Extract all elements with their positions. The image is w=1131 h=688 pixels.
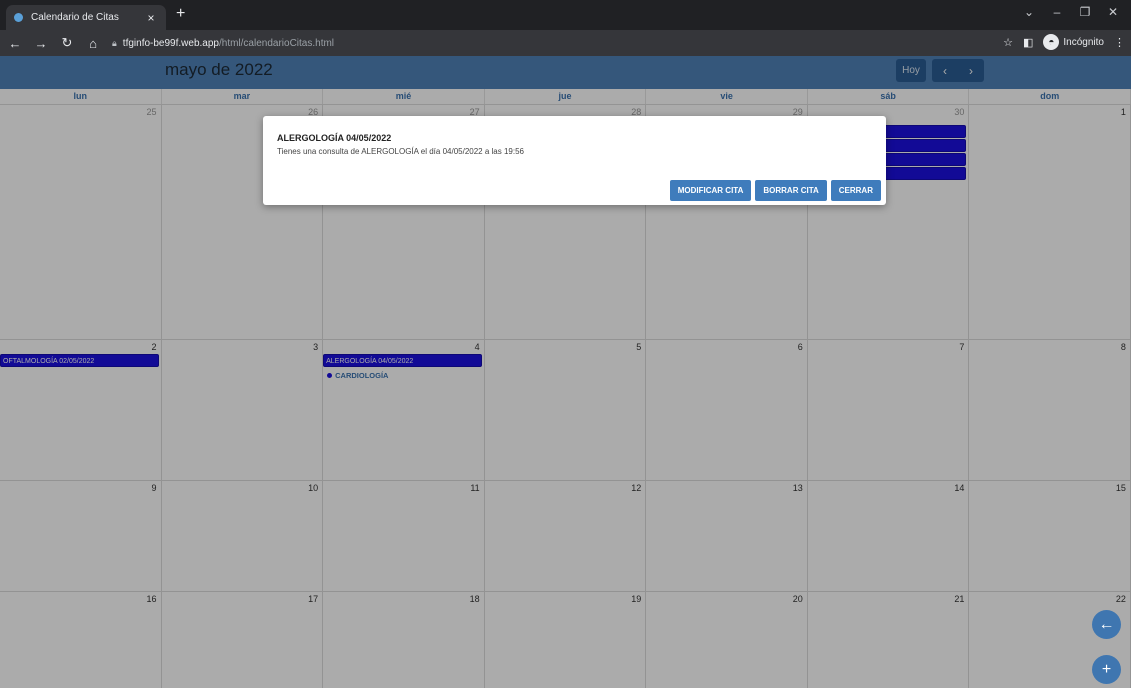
minimize-icon[interactable]: –: [1043, 5, 1071, 19]
home-icon[interactable]: ⌂: [82, 36, 104, 51]
url-field[interactable]: 🔒︎ tfginfo-be99f.web.app /html/calendari…: [112, 38, 334, 49]
window-menu-icon[interactable]: ⌄: [1015, 5, 1043, 19]
back-fab[interactable]: ←: [1092, 610, 1121, 639]
window-controls: ⌄ – ❐ ✕: [1015, 5, 1127, 19]
dialog-body: Tienes una consulta de ALERGOLOGÍA el dí…: [277, 147, 524, 156]
add-fab[interactable]: +: [1092, 655, 1121, 684]
delete-appointment-button[interactable]: BORRAR CITA: [755, 180, 827, 201]
page: mayo de 2022 Hoy ‹ › lun mar mié jue vie…: [0, 56, 1131, 688]
close-dialog-button[interactable]: CERRAR: [830, 180, 881, 201]
arrow-left-icon: ←: [1098, 615, 1115, 633]
appointment-dialog: ALERGOLOGÍA 04/05/2022 Tienes una consul…: [263, 116, 886, 205]
more-menu-icon[interactable]: ⋮: [1114, 36, 1125, 49]
forward-icon[interactable]: →: [30, 36, 52, 51]
address-bar: ← → ↻ ⌂ 🔒︎ tfginfo-be99f.web.app /html/c…: [0, 30, 1131, 56]
incognito-label: Incógnito: [1063, 36, 1104, 48]
tab-title: Calendario de Citas: [31, 12, 119, 23]
browser-tab[interactable]: Calendario de Citas ×: [6, 5, 166, 30]
back-icon[interactable]: ←: [4, 36, 26, 51]
incognito-indicator[interactable]: ◓ Incógnito: [1043, 34, 1104, 50]
incognito-icon: ◓: [1043, 34, 1060, 50]
url-path: /html/calendarioCitas.html: [218, 37, 335, 49]
reload-icon[interactable]: ↻: [56, 35, 78, 51]
favicon-icon: [14, 13, 23, 22]
close-window-icon[interactable]: ✕: [1099, 5, 1127, 19]
plus-icon: +: [1101, 660, 1112, 678]
dialog-actions: MODIFICAR CITA BORRAR CITA CERRAR: [669, 180, 881, 201]
browser-tab-bar: Calendario de Citas × + ⌄ – ❐ ✕: [0, 0, 1131, 30]
new-tab-icon[interactable]: +: [176, 6, 185, 22]
lock-icon: 🔒︎: [112, 37, 117, 48]
restore-icon[interactable]: ❐: [1071, 5, 1099, 19]
dialog-title: ALERGOLOGÍA 04/05/2022: [277, 133, 392, 143]
side-panel-icon[interactable]: ◧: [1023, 36, 1033, 49]
modify-appointment-button[interactable]: MODIFICAR CITA: [669, 180, 752, 201]
url-host: tfginfo-be99f.web.app: [122, 37, 219, 49]
bookmark-star-icon[interactable]: ☆: [1003, 36, 1013, 49]
tab-close-icon[interactable]: ×: [144, 11, 158, 25]
browser-tools: ☆ ◧ ◓ Incógnito ⋮: [1003, 34, 1125, 50]
